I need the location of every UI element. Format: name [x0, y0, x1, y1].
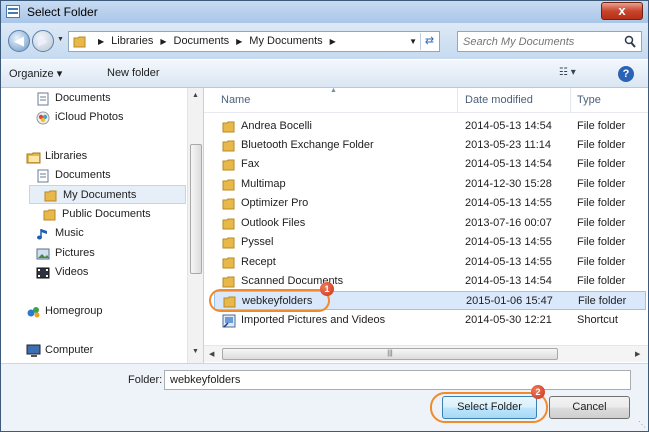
- folder-icon: [222, 121, 235, 133]
- file-row[interactable]: Multimap 2014-12-30 15:28 File folder: [214, 175, 646, 194]
- icloud-icon: [36, 111, 50, 125]
- shortcut-icon: [222, 314, 236, 328]
- window-title: Select Folder: [27, 5, 98, 19]
- computer-icon: [26, 344, 41, 357]
- history-dropdown-icon[interactable]: ▼: [57, 36, 64, 43]
- change-view-button[interactable]: ☷ ▾: [559, 67, 576, 78]
- scroll-up-icon[interactable]: ▲: [192, 92, 199, 99]
- folder-input[interactable]: webkeyfolders: [164, 370, 631, 390]
- videos-icon: [36, 267, 50, 279]
- breadcrumb-libraries[interactable]: Libraries: [111, 35, 153, 48]
- navigation-scrollbar[interactable]: ▲ ▼: [187, 88, 203, 363]
- pictures-icon: [36, 248, 50, 260]
- breadcrumb-separator[interactable]: ▶: [236, 35, 242, 48]
- file-row-selected[interactable]: webkeyfolders 2015-01-06 15:47 File folder: [214, 291, 646, 310]
- select-folder-button[interactable]: Select Folder: [442, 396, 537, 419]
- nav-item-public-documents[interactable]: Public Documents: [43, 205, 186, 224]
- scroll-left-icon[interactable]: ◀: [209, 350, 214, 358]
- folder-icon: [222, 257, 235, 269]
- music-icon: [37, 229, 47, 240]
- resize-grip-icon[interactable]: ⋱: [638, 420, 646, 429]
- nav-item-music[interactable]: Music: [36, 224, 186, 243]
- scrollbar-thumb[interactable]: |||: [222, 348, 558, 360]
- folder-icon: [222, 159, 235, 171]
- command-toolbar: Organize ▾ New folder ☷ ▾ ?: [1, 59, 648, 88]
- step-badge-2: 2: [531, 385, 545, 399]
- step-badge-1: 1: [320, 282, 334, 296]
- search-input[interactable]: [463, 34, 613, 49]
- search-icon[interactable]: [624, 35, 636, 48]
- folder-icon: [43, 209, 56, 221]
- folder-icon: [222, 140, 235, 152]
- folder-icon: [222, 179, 235, 191]
- column-divider[interactable]: [457, 88, 458, 113]
- scroll-down-icon[interactable]: ▼: [192, 348, 199, 355]
- window-icon: [6, 5, 20, 18]
- address-row: ◀ ▶ ▼ ▶ Libraries ▶ Documents ▶ My Docum…: [1, 23, 648, 59]
- file-row[interactable]: Scanned Documents 2014-05-13 14:54 File fo…: [214, 272, 646, 291]
- breadcrumb-my-documents[interactable]: My Documents: [249, 35, 322, 48]
- file-list: ▲ Name Date modified Type Andrea Bocelli…: [204, 87, 648, 363]
- folder-icon: [222, 198, 235, 210]
- breadcrumb-separator[interactable]: ▶: [330, 35, 336, 48]
- search-box[interactable]: [457, 31, 642, 52]
- folder-label: Folder:: [128, 374, 163, 386]
- breadcrumb-separator[interactable]: ▶: [98, 35, 104, 48]
- navigation-pane: Documents iCloud Photos Libraries Docume…: [1, 88, 203, 363]
- column-divider[interactable]: [570, 88, 571, 113]
- folder-icon: [44, 190, 57, 202]
- new-folder-button[interactable]: New folder: [107, 67, 160, 79]
- nav-item-computer[interactable]: Computer: [26, 341, 186, 360]
- file-row[interactable]: Bluetooth Exchange Folder 2013-05-23 11:1…: [214, 136, 646, 155]
- help-icon[interactable]: ?: [618, 66, 634, 82]
- document-icon: [37, 92, 49, 106]
- forward-button[interactable]: ▶: [32, 30, 54, 52]
- libraries-icon: [26, 152, 41, 164]
- column-header-type[interactable]: Type: [577, 94, 601, 106]
- title-bar: Select Folder x: [1, 1, 648, 23]
- documents-library-icon: [37, 169, 49, 183]
- breadcrumb-documents[interactable]: Documents: [174, 35, 230, 48]
- sort-ascending-icon: ▲: [330, 87, 337, 94]
- column-header-row: ▲ Name Date modified Type: [204, 87, 648, 113]
- nav-item-libraries[interactable]: Libraries: [26, 147, 186, 166]
- address-dropdown-icon[interactable]: ▼: [409, 35, 417, 48]
- folder-icon: [223, 296, 236, 308]
- organize-button[interactable]: Organize ▾: [9, 67, 62, 80]
- dialog-footer: Folder: webkeyfolders Select Folder Canc…: [1, 363, 648, 431]
- nav-item-my-documents[interactable]: My Documents: [29, 185, 186, 204]
- scroll-right-icon[interactable]: ▶: [635, 350, 640, 358]
- breadcrumb-separator[interactable]: ▶: [160, 35, 166, 48]
- nav-item-pictures[interactable]: Pictures: [36, 244, 186, 263]
- file-row[interactable]: Andrea Bocelli 2014-05-13 14:54 File folde…: [214, 117, 646, 136]
- select-folder-dialog: Select Folder x ◀ ▶ ▼ ▶ Libraries ▶ Docu…: [0, 0, 649, 432]
- back-button[interactable]: ◀: [8, 30, 30, 52]
- cancel-button[interactable]: Cancel: [549, 396, 630, 419]
- nav-item-videos[interactable]: Videos: [36, 263, 186, 282]
- nav-item-documents[interactable]: Documents: [36, 89, 186, 108]
- column-header-date-modified[interactable]: Date modified: [465, 94, 533, 106]
- file-row[interactable]: Outlook Files 2013-07-16 00:07 File folder: [214, 214, 646, 233]
- folder-icon: [73, 36, 86, 48]
- refresh-icon[interactable]: ⇄: [420, 33, 438, 50]
- folder-icon: [222, 276, 235, 288]
- file-row[interactable]: Imported Pictures and Videos 2014-05-30 1…: [214, 311, 646, 330]
- close-button[interactable]: x: [601, 2, 643, 20]
- scrollbar-thumb[interactable]: [190, 144, 202, 274]
- nav-item-homegroup[interactable]: Homegroup: [26, 302, 186, 321]
- file-row[interactable]: Pyssel 2014-05-13 14:55 File folder: [214, 233, 646, 252]
- nav-item-icloud-photos[interactable]: iCloud Photos: [36, 108, 186, 127]
- column-header-name[interactable]: Name: [221, 94, 250, 106]
- folder-icon: [222, 237, 235, 249]
- address-bar[interactable]: ▶ Libraries ▶ Documents ▶ My Documents ▶…: [68, 31, 440, 52]
- horizontal-scrollbar[interactable]: ◀ ||| ▶: [204, 345, 648, 362]
- file-row[interactable]: Optimizer Pro 2014-05-13 14:55 File folder: [214, 194, 646, 213]
- homegroup-icon: [27, 307, 40, 318]
- file-row[interactable]: Fax 2014-05-13 14:54 File folder: [214, 155, 646, 174]
- nav-item-documents-library[interactable]: Documents: [36, 166, 186, 185]
- folder-icon: [222, 218, 235, 230]
- file-row[interactable]: Recept 2014-05-13 14:55 File folder: [214, 253, 646, 272]
